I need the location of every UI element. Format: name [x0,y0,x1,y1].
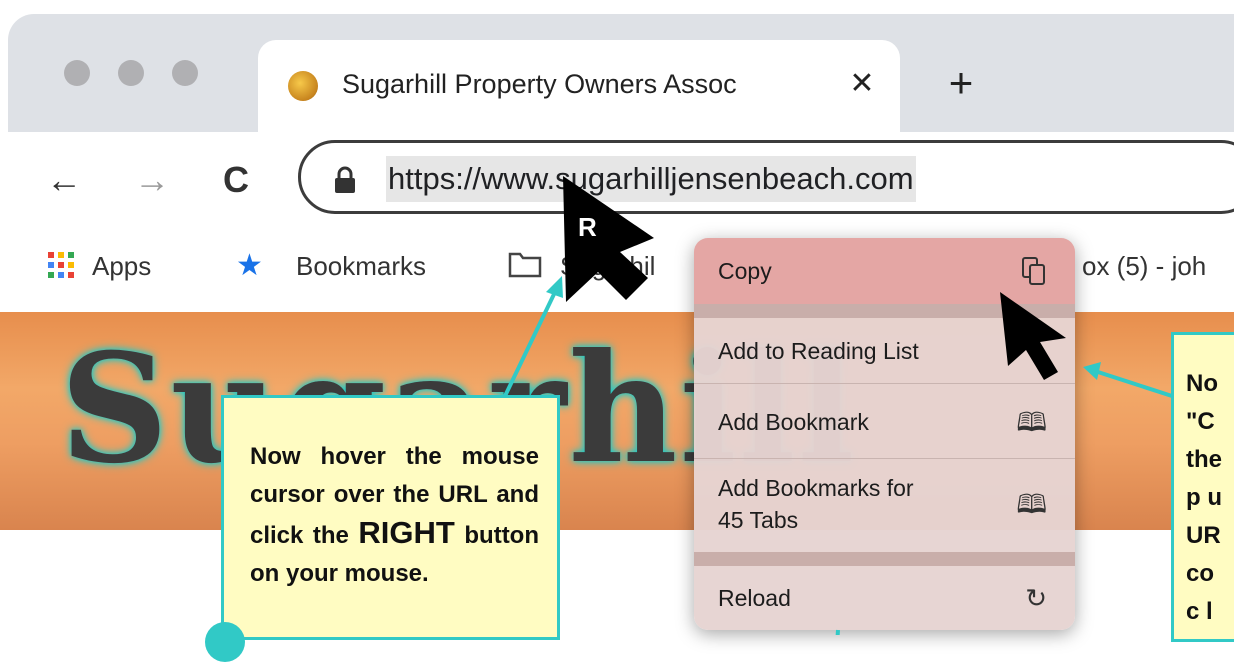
cursor-label: R [578,212,597,242]
book-icon: 🕮 [1016,407,1047,437]
menu-item-add-bookmark[interactable]: Add Bookmark 🕮 [694,385,1075,459]
pointer-arrow-line [835,629,840,635]
instruction-callout-right: No "C the p u UR co c l [1171,332,1234,642]
menu-item-add-to-reading-list[interactable]: Add to Reading List [694,318,1075,384]
menu-item-label: Add Bookmark [718,409,869,435]
apps-grid-icon [48,252,74,278]
back-arrow-icon[interactable]: ← [44,156,84,204]
window-close-button[interactable] [64,60,90,86]
callout-right-line: UR [1186,522,1221,549]
callout-right-line: c l [1186,598,1213,625]
reload-icon: ↻ [1025,583,1047,613]
forward-arrow-icon[interactable]: → [132,156,172,204]
reload-icon[interactable]: C [216,156,256,204]
copy-icon [1022,257,1045,285]
callout-right-line: co [1186,560,1215,587]
site-favicon-icon [288,71,318,101]
step-marker-icon [205,622,245,662]
bookmark-apps[interactable]: Apps [92,248,151,284]
callout-right-line: p u [1186,484,1222,511]
menu-separator [694,304,1075,318]
callout-highlight: RIGHT [358,515,455,550]
callout-right-line: No [1186,370,1218,397]
window-minimize-button[interactable] [118,60,144,86]
menu-item-label: Reload [718,585,791,611]
bookmark-inbox[interactable]: ox (5) - joh [1082,248,1206,284]
instruction-callout-left: Now hover the mouse cursor over the URL … [221,395,560,640]
lock-icon [335,166,355,193]
menu-item-label: Add to Reading List [718,338,919,364]
menu-item-reload[interactable]: Reload ↻ [694,566,1075,630]
folder-icon [508,252,542,278]
tab-close-icon[interactable]: ✕ [842,62,882,106]
menu-item-add-bookmarks-for-tabs[interactable]: Add Bookmarks for 45 Tabs 🕮 [694,460,1075,552]
menu-separator [694,552,1075,566]
callout-right-line: "C [1186,408,1215,435]
tab-title: Sugarhill Property Owners Assoc [342,69,737,99]
book-icon: 🕮 [1016,489,1047,519]
url-text[interactable]: https://www.sugarhilljensenbeach.com [386,156,916,202]
new-tab-button[interactable]: + [938,58,984,108]
callout-right-line: the [1186,446,1222,473]
menu-item-copy[interactable]: Copy [694,238,1075,304]
window-zoom-button[interactable] [172,60,198,86]
bookmark-bookmarks[interactable]: Bookmarks [296,248,426,284]
context-menu: Copy Add to Reading List Add Bookmark 🕮 … [694,238,1075,630]
menu-item-label: Copy [718,258,772,284]
bookmark-sugarhill-folder[interactable]: Sugarhil [560,248,655,284]
star-icon: ★ [236,249,263,282]
